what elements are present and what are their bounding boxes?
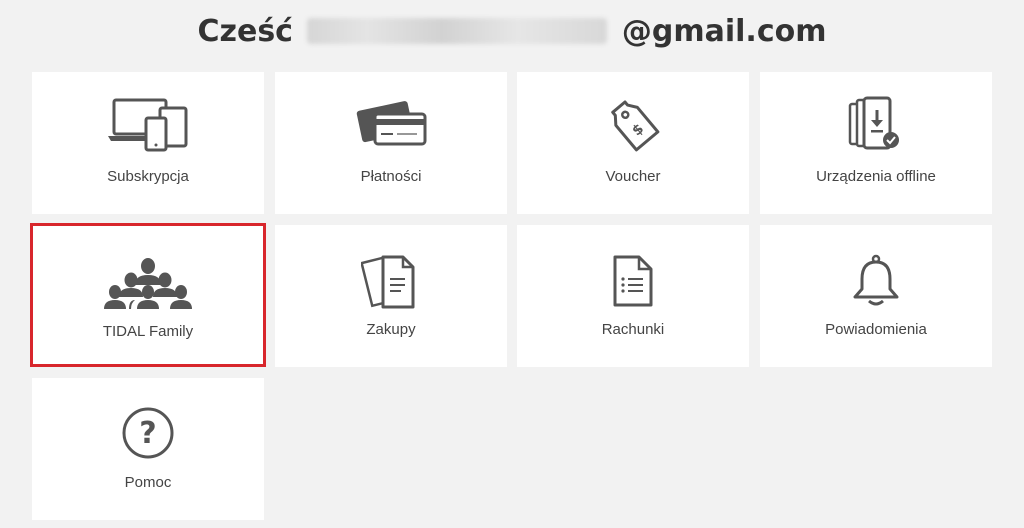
- tile-payments[interactable]: Płatności: [275, 72, 507, 214]
- invoice-icon: [613, 255, 653, 307]
- svg-text:?: ?: [139, 416, 156, 451]
- bell-icon: [853, 254, 899, 306]
- redacted-email: [307, 18, 608, 44]
- tile-subscription[interactable]: Subskrypcja: [32, 72, 264, 214]
- tile-notifications[interactable]: Powiadomienia: [760, 225, 992, 367]
- tile-invoices[interactable]: Rachunki: [517, 225, 749, 367]
- help-icon: ?: [122, 407, 174, 459]
- family-group-icon: [104, 258, 192, 309]
- tile-label: Rachunki: [601, 321, 665, 338]
- tile-label: Urządzenia offline: [816, 168, 936, 185]
- tile-label: Subskrypcja: [107, 168, 189, 185]
- tile-offline-devices[interactable]: Urządzenia offline: [760, 72, 992, 214]
- credit-card-icon: [356, 101, 427, 146]
- tile-label: Pomoc: [124, 474, 172, 491]
- greeting-prefix: Cześć: [197, 14, 293, 49]
- devices-icon: [108, 98, 188, 152]
- greeting-heading: Cześć @gmail.com: [0, 12, 1024, 52]
- tile-label: Płatności: [360, 168, 422, 185]
- tile-voucher[interactable]: $ Voucher: [517, 72, 749, 214]
- tile-label: Zakupy: [366, 321, 416, 338]
- tile-purchases[interactable]: Zakupy: [275, 225, 507, 367]
- greeting-email-domain: @gmail.com: [621, 14, 827, 49]
- tile-tidal-family[interactable]: TIDAL Family: [30, 223, 266, 367]
- price-tag-icon: $: [611, 100, 660, 152]
- documents-icon: [361, 255, 415, 309]
- tile-label: TIDAL Family: [102, 323, 194, 340]
- tile-help[interactable]: ? Pomoc: [32, 378, 264, 520]
- tile-label: Voucher: [605, 168, 661, 185]
- tile-label: Powiadomienia: [825, 321, 927, 338]
- offline-devices-icon: [848, 96, 899, 150]
